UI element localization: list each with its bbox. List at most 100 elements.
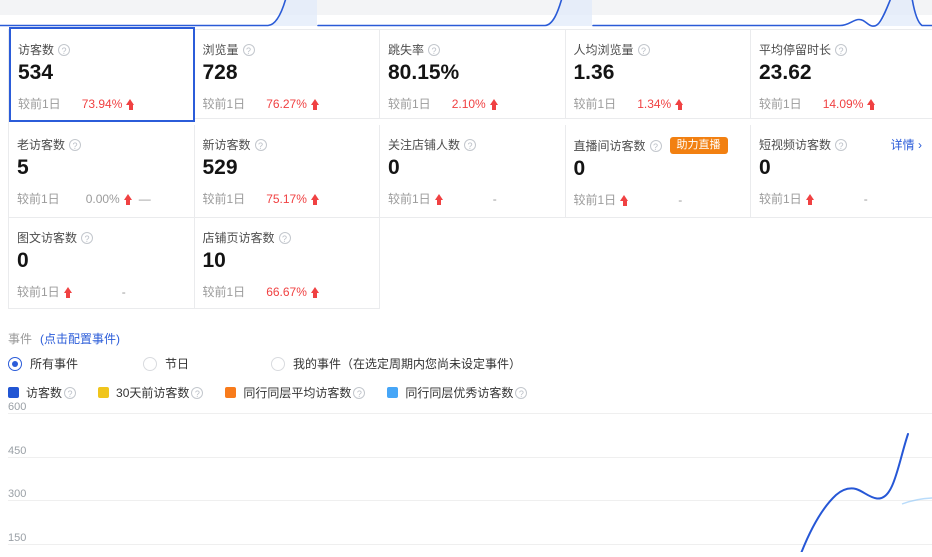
legend-item[interactable]: 访客数 [8, 384, 76, 401]
legend-label: 同行同层优秀访客数 [405, 384, 513, 401]
arrow-up-icon [124, 194, 133, 205]
compare-label: 较前1日 [17, 284, 60, 300]
help-icon[interactable] [353, 387, 365, 399]
metric-value: 80.15% [388, 62, 557, 84]
metric-label: 关注店铺人数 [388, 137, 460, 153]
compare-label: 较前1日 [574, 192, 617, 208]
arrow-up-icon [64, 287, 73, 298]
compare-label: 较前1日 [17, 191, 60, 207]
help-icon[interactable] [255, 139, 267, 151]
no-change-dash: - [678, 192, 682, 208]
metric-card[interactable]: 访客数 534 较前1日 73.94% [9, 27, 195, 122]
change-percent: 75.17% [266, 191, 307, 207]
help-icon[interactable] [835, 44, 847, 56]
legend-swatch-icon [8, 387, 19, 398]
metric-card-row: 图文访客数 0 较前1日 - 店铺页访客数 10 较前1日 66.67% [9, 218, 932, 309]
help-icon[interactable] [191, 387, 203, 399]
arrow-up-icon [806, 194, 815, 205]
arrow-up-icon [311, 194, 320, 205]
legend-label: 同行同层平均访客数 [243, 384, 351, 401]
change-percent: 2.10% [452, 96, 486, 112]
metric-label: 店铺页访客数 [203, 230, 275, 246]
ytick-300: 300 [8, 488, 26, 500]
event-radio-option[interactable]: 所有事件 [8, 355, 143, 372]
ytick-600: 600 [8, 401, 26, 413]
metric-label: 直播间访客数 [574, 138, 646, 154]
chart-legend: 访客数 30天前访客数 同行同层平均访客数 同行同层优秀访客数 [8, 384, 549, 401]
radio-label: 所有事件 [30, 355, 78, 372]
events-title: 事件 [8, 330, 32, 347]
help-icon[interactable] [464, 139, 476, 151]
event-radio-option[interactable]: 节日 [143, 355, 271, 372]
live-boost-badge[interactable]: 助力直播 [670, 137, 728, 154]
help-icon[interactable] [279, 232, 291, 244]
help-icon[interactable] [58, 44, 70, 56]
metrics-card-grid: 访客数 534 较前1日 73.94% 浏览量 728 较前1日 76.27% [8, 29, 932, 309]
empty-grid-area [380, 218, 932, 309]
metric-card[interactable]: 图文访客数 0 较前1日 - [9, 218, 195, 309]
help-icon[interactable] [81, 232, 93, 244]
metric-card[interactable]: 老访客数 5 较前1日 0.00% — [9, 125, 195, 218]
metric-label: 短视频访客数 [759, 137, 831, 153]
change-percent: 1.34% [637, 96, 671, 112]
radio-label: 我的事件（在选定周期内您尚未设定事件） [293, 355, 521, 372]
metric-value: 5 [17, 157, 186, 179]
metric-card-row: 老访客数 5 较前1日 0.00% — 新访客数 529 较前1日 75.17% [9, 125, 932, 218]
metric-card[interactable]: 浏览量 728 较前1日 76.27% [195, 30, 381, 119]
arrow-up-icon [490, 99, 499, 110]
gridlines [8, 414, 932, 545]
metric-card[interactable]: 跳失率 80.15% 较前1日 2.10% [380, 30, 566, 119]
help-icon[interactable] [64, 387, 76, 399]
help-icon[interactable] [428, 44, 440, 56]
metric-card[interactable]: 平均停留时长 23.62 较前1日 14.09% [751, 30, 932, 119]
legend-item[interactable]: 同行同层优秀访客数 [387, 384, 527, 401]
help-icon[interactable] [515, 387, 527, 399]
radio-icon[interactable] [8, 357, 22, 371]
compare-label: 较前1日 [388, 191, 431, 207]
metric-label: 人均浏览量 [574, 42, 634, 58]
metric-card[interactable]: 人均浏览量 1.36 较前1日 1.34% [566, 30, 752, 119]
help-icon[interactable] [650, 140, 662, 152]
change-percent: 14.09% [823, 96, 864, 112]
no-change-dash: - [864, 191, 868, 207]
metric-value: 23.62 [759, 62, 924, 84]
radio-icon[interactable] [271, 357, 285, 371]
help-icon[interactable] [835, 139, 847, 151]
compare-label: 较前1日 [18, 96, 61, 112]
radio-label: 节日 [165, 355, 189, 372]
metric-value: 0 [759, 157, 924, 179]
legend-label: 30天前访客数 [116, 384, 189, 401]
compare-label: 较前1日 [203, 96, 246, 112]
compare-label: 较前1日 [574, 96, 617, 112]
arrow-up-icon [620, 195, 629, 206]
help-icon[interactable] [69, 139, 81, 151]
metric-label: 访客数 [18, 42, 54, 58]
metric-card[interactable]: 新访客数 529 较前1日 75.17% [195, 125, 381, 218]
configure-events-link[interactable]: (点击配置事件) [40, 330, 120, 347]
metric-card[interactable]: 店铺页访客数 10 较前1日 66.67% [195, 218, 381, 309]
radio-icon[interactable] [143, 357, 157, 371]
visitors-line [800, 434, 908, 552]
change-percent: 66.67% [266, 284, 307, 300]
metric-card[interactable]: 短视频访客数 详情 › 0 较前1日 - [751, 125, 932, 218]
arrow-up-icon [126, 99, 135, 110]
metric-value: 0 [17, 250, 186, 272]
metric-card-row: 访客数 534 较前1日 73.94% 浏览量 728 较前1日 76.27% [9, 30, 932, 125]
legend-item[interactable]: 同行同层平均访客数 [225, 384, 365, 401]
legend-item[interactable]: 30天前访客数 [98, 384, 203, 401]
help-icon[interactable] [638, 44, 650, 56]
sparkline-svg [0, 0, 932, 29]
metric-card[interactable]: 直播间访客数 助力直播 0 较前1日 - [566, 125, 752, 218]
detail-link[interactable]: 详情 › [891, 137, 924, 153]
metric-value: 1.36 [574, 62, 743, 84]
event-radio-option[interactable]: 我的事件（在选定周期内您尚未设定事件） [271, 355, 521, 372]
compare-label: 较前1日 [759, 96, 802, 112]
help-icon[interactable] [243, 44, 255, 56]
legend-swatch-icon [98, 387, 109, 398]
no-change-dash: - [493, 191, 497, 207]
legend-swatch-icon [387, 387, 398, 398]
trend-chart-svg: 600 450 300 150 [0, 400, 932, 552]
visitors-trend-chart: 600 450 300 150 [0, 400, 932, 552]
metric-card[interactable]: 关注店铺人数 0 较前1日 - [380, 125, 566, 218]
change-percent: 73.94% [82, 96, 123, 112]
